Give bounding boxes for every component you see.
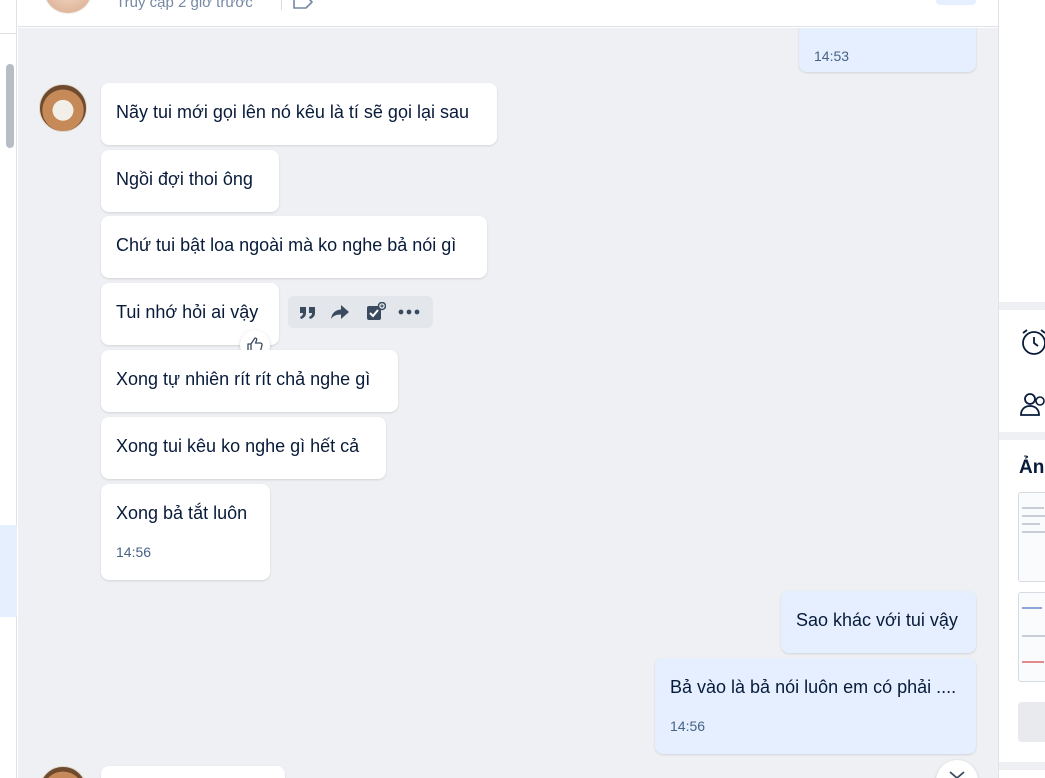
message-time: 14:56 [116,544,152,560]
sender-avatar[interactable] [39,766,87,778]
selected-conversation-highlight[interactable] [0,525,17,617]
message-actions-toolbar [288,296,433,328]
chat-header: Truy cập 2 giờ trước [18,0,998,27]
message-time: 14:53 [814,48,850,64]
header-action-button[interactable] [936,0,976,5]
message-list: 14:53 Nãy tui mới gọi lên nó kêu là tí s… [18,28,998,778]
incoming-message[interactable] [101,766,285,778]
section-separator [999,762,1045,770]
alarm-icon[interactable] [1019,327,1045,357]
incoming-message[interactable]: Chứ tui bật loa ngoài mà ko nghe bả nói … [101,216,487,278]
scroll-to-bottom-button[interactable] [936,760,978,778]
incoming-message[interactable]: Nãy tui mới gọi lên nó kêu là tí sẽ gọi … [101,83,497,145]
tag-icon[interactable] [292,0,314,10]
header-divider [281,0,282,10]
message-text: Xong tui kêu ko nghe gì hết cả [116,436,360,456]
sender-avatar[interactable] [39,84,87,132]
thumbnail-line [1022,531,1045,533]
add-todo-icon[interactable] [365,302,387,322]
conversation-list-edge [0,0,17,778]
message-text: Chứ tui bật loa ngoài mà ko nghe bả nói … [116,235,457,255]
last-seen-status: Truy cập 2 giờ trước [116,0,253,11]
media-section-title: Ảnh [1019,457,1045,478]
conversation-list-scrollbar[interactable] [6,64,14,148]
outgoing-message[interactable]: Sao khác với tui vậy [781,591,976,653]
chevron-down-icon [949,771,965,778]
message-text: Tui nhớ hỏi ai vậy [116,302,259,322]
quote-icon[interactable] [297,302,319,322]
see-all-media-button[interactable] [1018,702,1045,742]
message-text: Nãy tui mới gọi lên nó kêu là tí sẽ gọi … [116,102,469,122]
section-separator [999,302,1045,310]
outgoing-message[interactable]: Bả vào là bả nói luôn em có phải .... 14… [655,658,976,754]
thumbnail-line [1022,507,1044,509]
message-text: Ngồi đợi thoi ông [116,169,253,189]
incoming-message[interactable]: Xong tui kêu ko nghe gì hết cả [101,417,386,479]
message-text: Xong bả tắt luôn [116,503,248,523]
message-time: 14:56 [670,718,706,734]
conversation-info-panel: Ảnh [998,0,1045,778]
thumbnail-line [1022,607,1042,609]
section-separator [999,432,1045,440]
incoming-message[interactable]: Ngồi đợi thoi ông [101,150,279,212]
message-text: Bả vào là bả nói luôn em có phải .... [670,677,957,697]
forward-icon[interactable] [329,302,351,322]
thumbnail-line [1022,635,1045,637]
thumbnail-line [1022,515,1045,517]
thumbnail-line [1022,661,1044,663]
incoming-message[interactable]: Xong tự nhiên rít rít chả nghe gì [101,350,398,412]
thumbnail-line [1022,523,1040,525]
message-text: Xong tự nhiên rít rít chả nghe gì [116,369,371,389]
media-thumbnail[interactable] [1018,492,1045,582]
more-icon[interactable] [398,302,420,322]
outgoing-message[interactable]: 14:53 [799,28,976,72]
group-icon[interactable] [1019,389,1045,419]
incoming-message[interactable]: Xong bả tắt luôn 14:56 [101,484,270,580]
message-text: Sao khác với tui vậy [796,610,958,630]
media-thumbnail[interactable] [1018,592,1045,682]
divider [0,33,17,34]
contact-avatar[interactable] [44,0,92,14]
